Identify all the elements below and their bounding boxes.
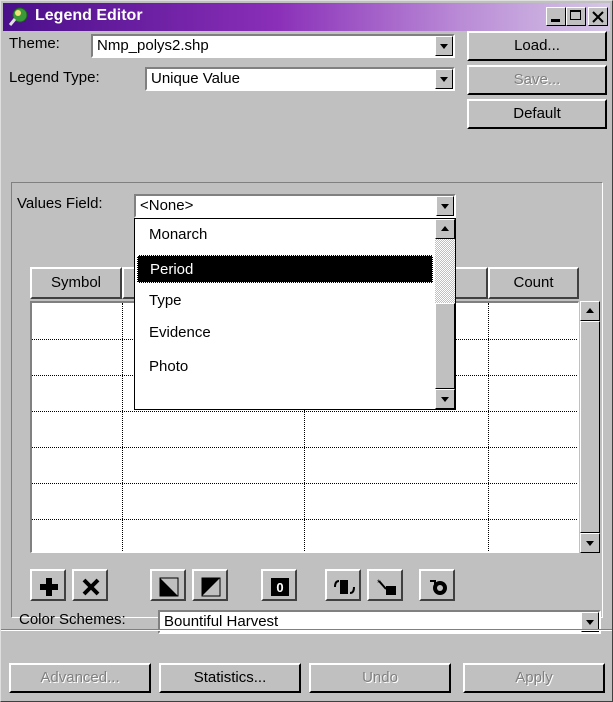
maximize-button[interactable] [566,7,586,26]
table-row[interactable] [32,411,578,412]
move-down-icon [159,577,179,597]
legend-type-label: Legend Type: [9,69,100,86]
undo-button[interactable]: Undo [309,663,451,693]
move-up-icon [201,577,221,597]
legend-editor-window: Legend Editor Theme: Nmp_polys2.shp Load… [0,0,613,702]
separator [1,629,612,631]
dropdown-option-period[interactable]: Period [137,255,433,283]
zero-icon: 0 [271,578,289,596]
save-button[interactable]: Save... [467,65,607,95]
color-schemes-value: Bountiful Harvest [164,613,279,630]
legend-type-dropdown-button[interactable] [435,69,453,89]
load-button[interactable]: Load... [467,31,607,61]
theme-dropdown-button[interactable] [435,36,453,56]
column-divider [488,303,489,552]
dropdown-scrollbar[interactable] [435,219,455,409]
advanced-button[interactable]: Advanced... [9,663,151,693]
maximize-icon [570,10,581,20]
dropdown-option-photo[interactable]: Photo [137,353,433,381]
color-schemes-label: Color Schemes: [19,611,126,628]
refresh-button[interactable] [419,569,455,601]
title-bar[interactable]: Legend Editor [3,3,610,31]
close-icon [592,11,604,23]
minimize-icon [551,19,560,22]
globe-magnifier-icon [9,7,28,26]
theme-value: Nmp_polys2.shp [97,37,209,54]
table-row[interactable] [32,447,578,448]
scroll-thumb[interactable] [580,321,600,533]
dropdown-scroll-up-button[interactable] [435,219,455,239]
column-header-symbol[interactable]: Symbol [30,267,122,299]
legend-type-select[interactable]: Unique Value [145,67,455,91]
zero-button[interactable]: 0 [261,569,297,601]
add-icon [40,578,58,596]
theme-label: Theme: [9,35,60,52]
values-field-label: Values Field: [17,195,103,212]
dropdown-option-type[interactable]: Type [137,287,433,315]
refresh-icon [430,580,447,595]
values-field-select[interactable]: <None> [134,194,456,218]
scroll-down-button[interactable] [580,533,600,553]
move-down-button[interactable] [150,569,186,601]
add-button[interactable] [30,569,66,601]
sort-icon: * [377,578,396,595]
values-field-value: <None> [140,197,194,214]
delete-button[interactable] [72,569,108,601]
default-button[interactable]: Default [467,99,607,129]
table-scrollbar[interactable] [580,301,600,553]
svg-text:0: 0 [276,580,283,595]
table-row[interactable] [32,519,578,520]
theme-select[interactable]: Nmp_polys2.shp [91,34,455,58]
legend-type-value: Unique Value [151,70,240,87]
swap-symbols-icon [334,580,355,594]
dropdown-scroll-thumb[interactable] [435,303,455,389]
values-field-dropdown-list[interactable]: Monarch Period Type Evidence Photo [134,218,456,410]
column-divider [122,303,123,552]
move-up-button[interactable] [192,569,228,601]
dropdown-scroll-down-button[interactable] [435,389,455,409]
statistics-button[interactable]: Statistics... [159,663,301,693]
dropdown-option-monarch[interactable]: Monarch [137,221,433,249]
apply-button[interactable]: Apply [463,663,605,693]
values-field-dropdown-button[interactable] [436,196,454,216]
dropdown-option-evidence[interactable]: Evidence [137,319,433,347]
minimize-button[interactable] [546,7,566,26]
swap-symbols-button[interactable] [325,569,361,601]
scroll-up-button[interactable] [580,301,600,321]
table-row[interactable] [32,483,578,484]
sort-button[interactable]: * [367,569,403,601]
column-header-count[interactable]: Count [488,267,579,299]
window-title: Legend Editor [35,7,143,24]
close-button[interactable] [588,7,608,26]
delete-icon [82,578,100,596]
